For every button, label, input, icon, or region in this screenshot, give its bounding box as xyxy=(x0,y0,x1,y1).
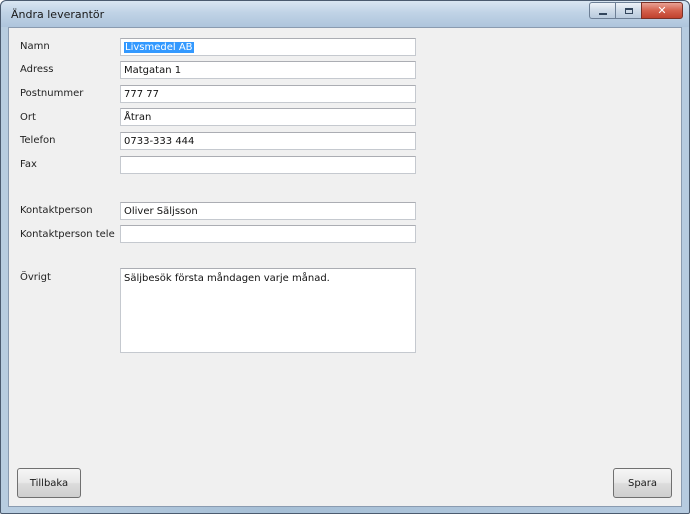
phone-field[interactable]: 0733-333 444 xyxy=(120,132,416,150)
close-button[interactable]: ✕ xyxy=(641,2,683,19)
name-label: Namn xyxy=(20,41,50,52)
city-label: Ort xyxy=(20,112,36,123)
minimize-icon xyxy=(598,12,607,15)
back-button[interactable]: Tillbaka xyxy=(17,468,81,498)
postal-code-field[interactable]: 777 77 xyxy=(120,85,416,103)
notes-label: Övrigt xyxy=(20,272,51,283)
title-bar[interactable]: Ändra leverantör ✕ xyxy=(1,1,689,27)
fax-field[interactable] xyxy=(120,156,416,174)
contact-person-field[interactable]: Oliver Säljsson xyxy=(120,202,416,220)
contact-person-label: Kontaktperson xyxy=(20,205,93,216)
postal-code-label: Postnummer xyxy=(20,88,84,99)
phone-label: Telefon xyxy=(20,135,56,146)
fax-label: Fax xyxy=(20,159,37,170)
minimize-button[interactable] xyxy=(589,2,615,19)
window-controls: ✕ xyxy=(589,2,683,20)
contact-phone-label: Kontaktperson tele xyxy=(20,229,115,240)
window-title: Ändra leverantör xyxy=(11,8,105,21)
save-button[interactable]: Spara xyxy=(613,468,672,498)
city-field[interactable]: Åtran xyxy=(120,108,416,126)
close-icon: ✕ xyxy=(657,4,667,17)
maximize-icon xyxy=(624,7,633,14)
maximize-button[interactable] xyxy=(615,2,641,19)
address-label: Adress xyxy=(20,64,54,75)
form-panel: Namn Livsmedel AB Adress Matgatan 1 Post… xyxy=(8,27,682,507)
name-field-selected-text: Livsmedel AB xyxy=(124,42,194,53)
supplier-edit-window: Ändra leverantör ✕ Namn Livsmedel AB Adr… xyxy=(0,0,690,514)
notes-textarea[interactable]: Säljbesök första måndagen varje månad. xyxy=(120,268,416,353)
contact-phone-field[interactable] xyxy=(120,225,416,243)
name-field[interactable]: Livsmedel AB xyxy=(120,38,416,56)
address-field[interactable]: Matgatan 1 xyxy=(120,61,416,79)
